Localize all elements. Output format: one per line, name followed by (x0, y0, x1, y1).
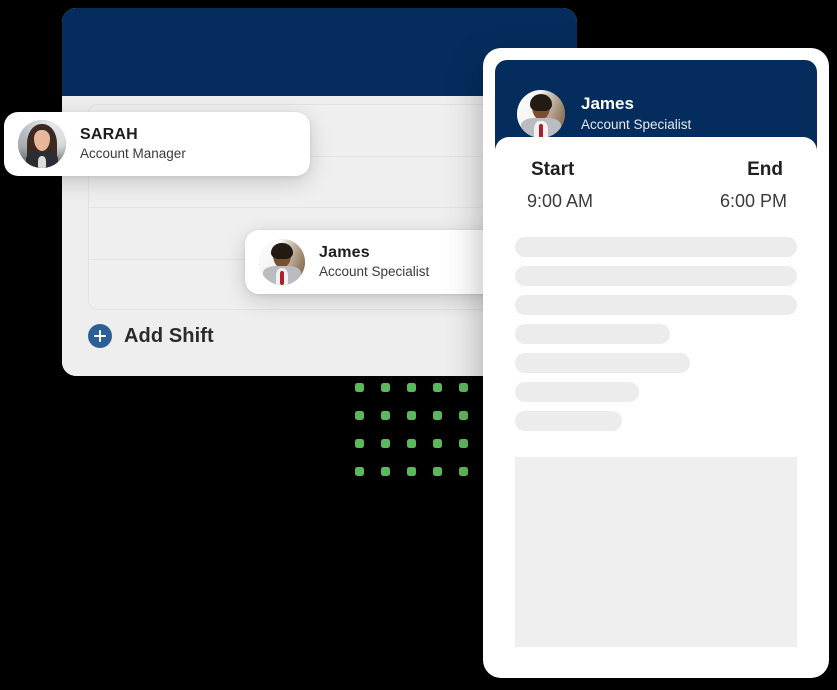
grid-dot (355, 439, 364, 448)
skeleton-bar (515, 266, 797, 286)
person-name: SARAH (80, 125, 138, 143)
grid-dot (355, 383, 364, 392)
screenshot-stage: Add Shift SARAH Account Manager James Ac… (0, 0, 837, 690)
end-label: End (747, 159, 783, 180)
person-role: Account Specialist (319, 264, 430, 280)
grid-dot (433, 439, 442, 448)
person-chip-sarah[interactable]: SARAH Account Manager (4, 112, 310, 176)
person-chip-text: SARAH Account Manager (80, 126, 186, 163)
avatar-sarah-icon (18, 120, 66, 168)
grid-dot (355, 411, 364, 420)
shift-detail-panel: James Account Specialist Start End 9:00 … (483, 48, 829, 678)
start-label: Start (531, 159, 575, 180)
shift-time-headers: Start End (515, 159, 797, 181)
skeleton-placeholder-list (515, 237, 797, 431)
grid-dot (433, 411, 442, 420)
avatar-james-icon (517, 90, 565, 138)
skeleton-bar (515, 353, 690, 373)
grid-dot (407, 439, 416, 448)
detail-panel-content: Start End 9:00 AM 6:00 PM (495, 137, 817, 666)
person-name: James (319, 243, 370, 261)
person-chip-text: James Account Specialist (319, 244, 429, 281)
decorative-dot-grid (355, 383, 468, 476)
person-role: Account Manager (80, 146, 186, 162)
grid-dot (381, 383, 390, 392)
content-placeholder (515, 457, 797, 647)
grid-dot (459, 467, 468, 476)
avatar-james-icon (259, 239, 305, 285)
grid-dot (433, 467, 442, 476)
grid-dot (433, 383, 442, 392)
skeleton-bar (515, 324, 671, 344)
start-time-value[interactable]: 9:00 AM (527, 191, 593, 212)
skeleton-bar (515, 237, 797, 257)
grid-dot (381, 467, 390, 476)
grid-dot (459, 411, 468, 420)
add-shift-label: Add Shift (124, 324, 214, 347)
grid-dot (407, 383, 416, 392)
grid-dot (381, 439, 390, 448)
grid-dot (355, 467, 364, 476)
skeleton-bar (515, 382, 640, 402)
end-time-value[interactable]: 6:00 PM (720, 191, 787, 212)
detail-person-name: James (581, 94, 634, 114)
shift-time-values: 9:00 AM 6:00 PM (515, 181, 797, 212)
add-shift-button[interactable]: Add Shift (88, 324, 214, 348)
grid-dot (407, 467, 416, 476)
grid-dot (459, 439, 468, 448)
skeleton-bar (515, 295, 797, 315)
grid-dot (407, 411, 416, 420)
grid-dot (459, 383, 468, 392)
grid-dot (381, 411, 390, 420)
detail-person-role: Account Specialist (581, 116, 692, 132)
detail-panel-identity: James Account Specialist (581, 94, 691, 133)
skeleton-bar (515, 411, 623, 431)
plus-icon (88, 324, 112, 348)
